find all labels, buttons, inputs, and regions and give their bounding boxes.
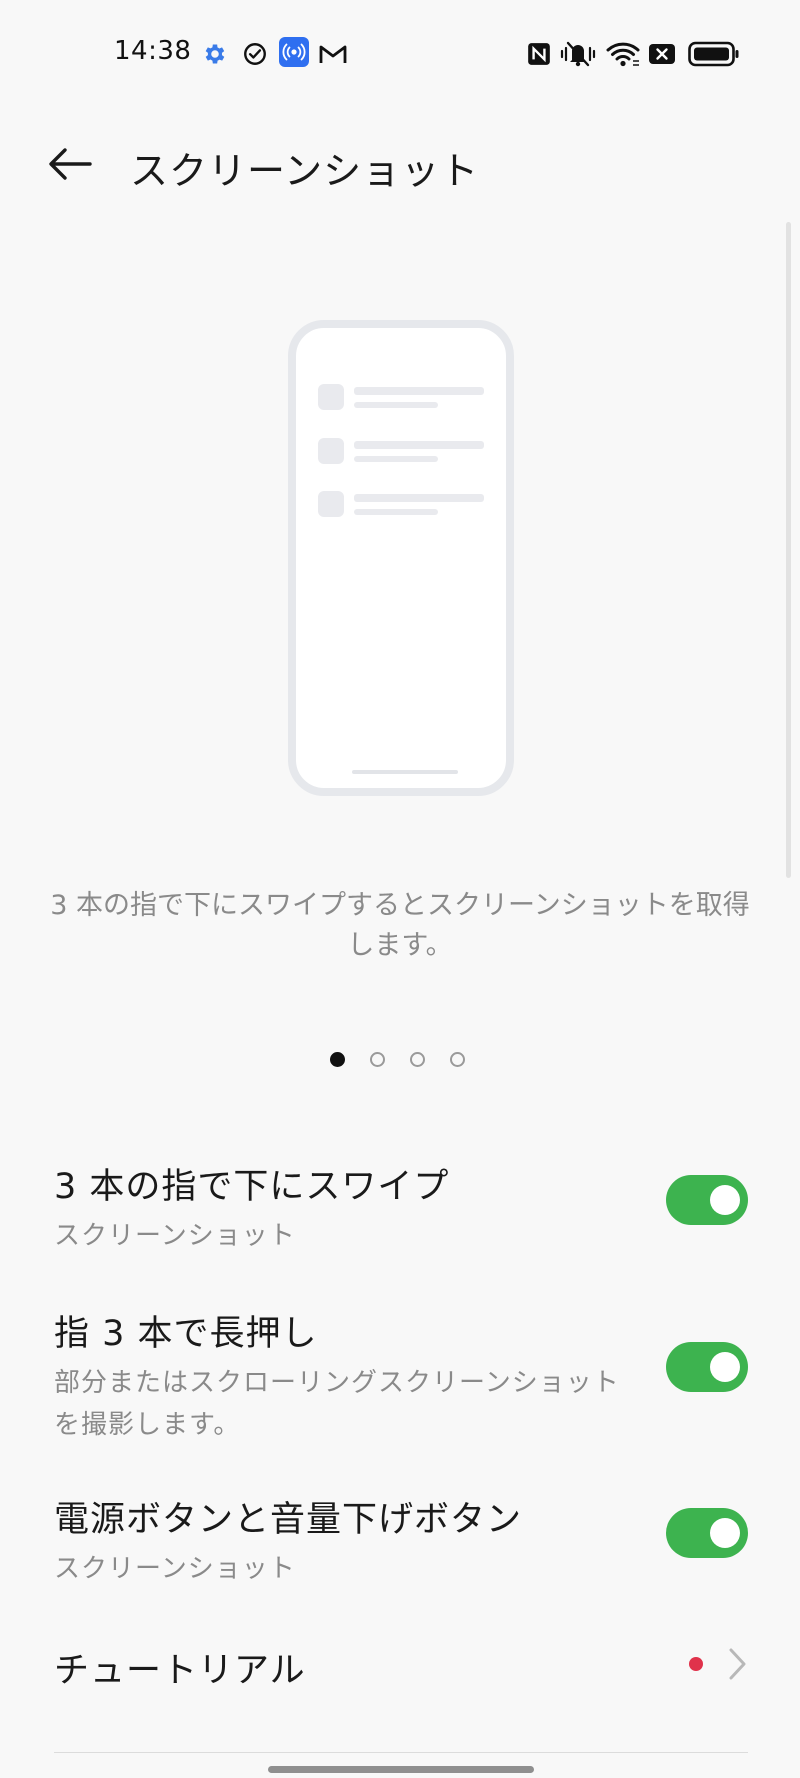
status-time: 14:38: [114, 36, 192, 66]
toggle-knob: [710, 1185, 740, 1215]
toggle-knob: [710, 1352, 740, 1382]
setting-title: 電源ボタンと音量下げボタン: [54, 1500, 523, 1540]
tutorial-item[interactable]: チュートリアル: [54, 1642, 754, 1693]
battery-icon: [688, 40, 740, 68]
check-circle-icon: [242, 40, 268, 68]
scrollbar[interactable]: [786, 222, 791, 878]
wifi-icon: [606, 40, 640, 68]
three-finger-swipe-toggle[interactable]: [666, 1175, 748, 1225]
setting-subtitle: 部分またはスクローリングスクリーンショットを撮影します。: [54, 1368, 620, 1440]
gear-icon: [202, 40, 228, 68]
new-badge-dot: [689, 1657, 703, 1671]
chevron-right-icon: [722, 1646, 752, 1682]
phone-home-bar: [352, 770, 458, 774]
nfc-icon: [526, 40, 552, 68]
toggle-knob: [710, 1518, 740, 1548]
arrow-left-icon: [48, 147, 92, 185]
gmail-icon: [318, 40, 348, 68]
setting-subtitle: スクリーンショット: [54, 1221, 296, 1251]
power-volume-toggle[interactable]: [666, 1508, 748, 1558]
page-dot[interactable]: [330, 1052, 345, 1067]
vibrate-mute-icon: [560, 40, 596, 68]
three-finger-hold-toggle[interactable]: [666, 1342, 748, 1392]
status-bar: 14:38: [0, 0, 800, 108]
page-dot[interactable]: [410, 1052, 425, 1067]
home-indicator[interactable]: [268, 1766, 534, 1773]
setting-power-volume[interactable]: 電源ボタンと音量下げボタン スクリーンショット: [54, 1491, 754, 1590]
divider: [54, 1752, 748, 1753]
illustration-caption: 3 本の指で下にスワイプするとスクリーンショットを取得します。: [50, 890, 750, 961]
setting-three-finger-swipe[interactable]: 3 本の指で下にスワイプ スクリーンショット: [54, 1158, 754, 1257]
page-title: スクリーンショット: [130, 149, 480, 193]
x-box-icon: [648, 40, 676, 68]
tutorial-label: チュートリアル: [54, 1651, 306, 1691]
page-indicator[interactable]: [330, 1052, 465, 1067]
page-dot[interactable]: [370, 1052, 385, 1067]
setting-title: 指 3 本で長押し: [54, 1314, 318, 1354]
setting-three-finger-hold[interactable]: 指 3 本で長押し 部分またはスクローリングスクリーンショットを撮影します。: [54, 1305, 634, 1446]
setting-subtitle: スクリーンショット: [54, 1554, 296, 1584]
page-dot[interactable]: [450, 1052, 465, 1067]
phone-illustration: [288, 320, 514, 796]
broadcast-icon: [279, 37, 309, 67]
setting-title: 3 本の指で下にスワイプ: [54, 1167, 450, 1207]
back-button[interactable]: [44, 140, 96, 192]
